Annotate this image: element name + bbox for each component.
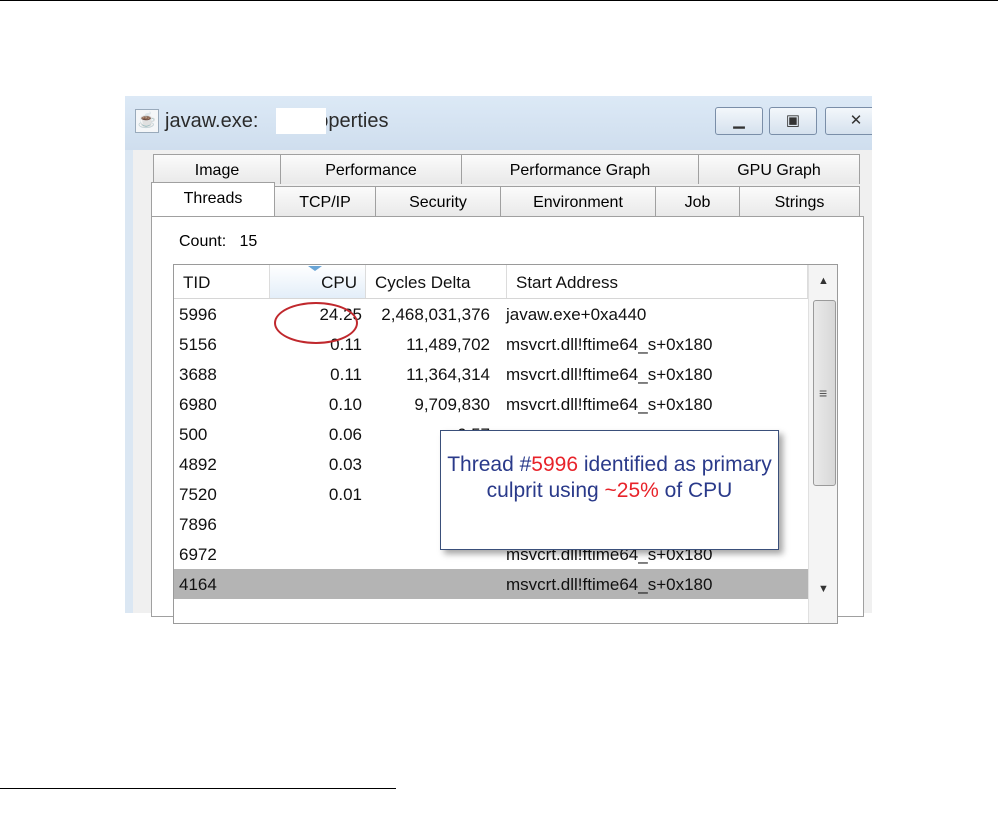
cell-start-address: msvcrt.dll!ftime64_s+0x180 (506, 335, 713, 354)
cell-cycles-delta: 2,468,031,376 (381, 305, 490, 324)
table-row[interactable]: 4164 msvcrt.dll!ftime64_s+0x180 (174, 569, 808, 599)
callout-text-3: of CPU (658, 479, 733, 502)
annotation-callout: Thread #5996 identified as primary culpr… (440, 430, 779, 550)
grip-icon: ≡ (819, 385, 828, 401)
cell-start-address: msvcrt.dll!ftime64_s+0x180 (506, 575, 713, 594)
cell-cycles-delta: 9,709,830 (414, 395, 490, 414)
cell-tid: 5156 (179, 335, 217, 354)
tab-performance-graph[interactable]: Performance Graph (461, 154, 699, 184)
thread-count: Count: 15 (179, 233, 258, 250)
vertical-scrollbar[interactable]: ▲ ≡ ▼ (808, 265, 837, 623)
tab-performance[interactable]: Performance (280, 154, 462, 184)
maximize-icon: ▣ (785, 112, 801, 129)
sort-descending-icon (308, 266, 322, 271)
cell-tid: 4892 (179, 455, 217, 474)
minimize-icon: ▁ (733, 112, 745, 129)
scroll-up-arrow-icon[interactable]: ▲ (809, 267, 837, 295)
cell-tid: 7520 (179, 485, 217, 504)
cell-tid: 5996 (179, 305, 217, 324)
tab-image[interactable]: Image (153, 154, 281, 184)
tab-environment[interactable]: Environment (500, 186, 656, 216)
cpu-highlight-ring (274, 302, 358, 344)
close-button[interactable]: ✕ (825, 107, 872, 135)
callout-cpu-percent: ~25% (604, 479, 659, 502)
scrollbar-thumb[interactable]: ≡ (813, 300, 836, 486)
callout-thread-id: 5996 (531, 453, 579, 476)
cell-cycles-delta: 11,489,702 (406, 335, 490, 354)
java-cup-icon: ☕ (135, 109, 159, 133)
tab-tcpip[interactable]: TCP/IP (274, 186, 376, 216)
cell-start-address: msvcrt.dll!ftime64_s+0x180 (506, 365, 713, 384)
cell-cpu (269, 509, 362, 539)
table-row[interactable]: 5156 0.11 11,489,702 msvcrt.dll!ftime64_s+0… (174, 329, 808, 359)
column-header-start-address[interactable]: Start Address (507, 265, 808, 298)
cell-cpu: 0.03 (328, 455, 362, 474)
tab-threads[interactable]: Threads (151, 182, 275, 216)
cell-cycles-delta (364, 569, 490, 599)
minimize-button[interactable]: ▁ (715, 107, 763, 135)
cell-tid: 500 (179, 425, 208, 444)
redacted-region (276, 108, 326, 134)
window-titlebar[interactable]: ☕ javaw.exe: Properties ▁ ▣ ✕ (125, 96, 872, 150)
tab-strings[interactable]: Strings (739, 186, 860, 216)
scroll-down-arrow-icon[interactable]: ▼ (809, 575, 837, 603)
cell-tid: 4164 (179, 575, 217, 594)
tab-security[interactable]: Security (375, 186, 501, 216)
cell-start-address: msvcrt.dll!ftime64_s+0x180 (506, 395, 713, 414)
table-header: TID CPU Cycles Delta Start Address (174, 265, 808, 299)
callout-text-1: Thread # (447, 453, 532, 476)
cell-cpu: 0.10 (328, 395, 362, 414)
tab-job[interactable]: Job (655, 186, 740, 216)
footnote-rule (0, 788, 396, 789)
table-row[interactable]: 5996 24.25 2,468,031,376 javaw.exe+0xa440 (174, 299, 808, 329)
close-icon: ✕ (849, 112, 863, 129)
table-row[interactable]: 6980 0.10 9,709,830 msvcrt.dll!ftime64_s+0x… (174, 389, 808, 419)
cell-tid: 7896 (179, 515, 217, 534)
column-header-cycles-delta[interactable]: Cycles Delta (366, 265, 507, 298)
cell-cpu (269, 539, 362, 569)
column-header-tid[interactable]: TID (174, 265, 270, 298)
cell-cpu (269, 569, 362, 599)
tab-gpu-graph[interactable]: GPU Graph (698, 154, 860, 184)
table-row[interactable]: 3688 0.11 11,364,314 msvcrt.dll!ftime64_s+0… (174, 359, 808, 389)
column-header-cpu[interactable]: CPU (270, 265, 366, 298)
cell-tid: 3688 (179, 365, 217, 384)
cell-cpu: 0.11 (330, 365, 362, 384)
cell-tid: 6972 (179, 545, 217, 564)
cell-tid: 6980 (179, 395, 217, 414)
cell-start-address: javaw.exe+0xa440 (506, 305, 647, 324)
maximize-button[interactable]: ▣ (769, 107, 817, 135)
cell-cpu: 0.01 (328, 485, 362, 504)
cell-cycles-delta: 11,364,314 (406, 365, 490, 384)
page-top-rule (0, 0, 998, 1)
cell-cpu: 0.06 (328, 425, 362, 444)
